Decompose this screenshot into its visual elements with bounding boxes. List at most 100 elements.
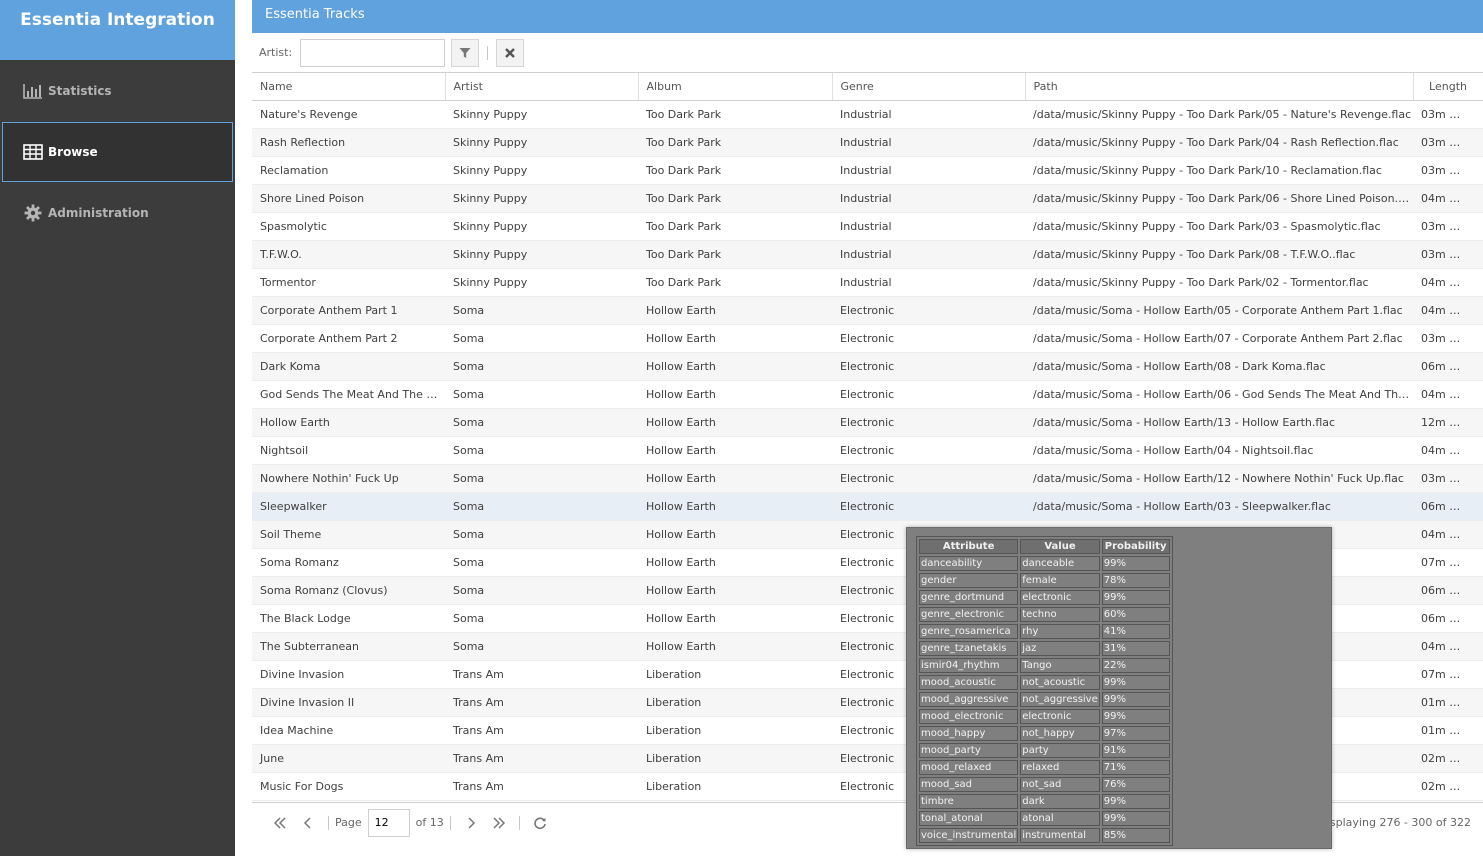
cell-album: Hollow Earth	[638, 604, 832, 633]
table-row[interactable]: Reclamation Skinny Puppy Too Dark Park Indu…	[252, 156, 1483, 185]
cell-album: Hollow Earth	[638, 548, 832, 577]
tooltip-attribute: genre_rosamerica	[919, 624, 1019, 639]
table-row[interactable]: T.F.W.O. Skinny Puppy Too Dark Park Industr…	[252, 240, 1483, 269]
cell-album: Liberation	[638, 772, 832, 801]
cell-name: Soma Romanz	[252, 548, 445, 577]
table-row[interactable]: Dark Koma Soma Hollow Earth Electronic/data…	[252, 352, 1483, 381]
next-page-button[interactable]	[457, 811, 485, 835]
tooltip-attribute: mood_relaxed	[919, 760, 1019, 775]
chevron-left-icon	[303, 816, 311, 829]
table-row[interactable]: Nature's Revenge Skinny Puppy Too Dark Par…	[252, 100, 1483, 129]
cell-name: Tormentor	[252, 268, 445, 297]
cell-path: /data/music/Soma - Hollow Earth/05 - Cor…	[1025, 296, 1413, 325]
column-header-artist[interactable]: Artist	[445, 73, 639, 101]
table-row[interactable]: Corporate Anthem Part 2 Soma Hollow Earth E…	[252, 324, 1483, 353]
tooltip-attribute: mood_acoustic	[919, 675, 1019, 690]
tooltip-attribute: mood_sad	[919, 777, 1019, 792]
clear-filter-button[interactable]	[496, 38, 525, 67]
tooltip-header-attribute: Attribute	[919, 539, 1019, 554]
tooltip-row: mood_happy not_happy 97%	[919, 726, 1170, 741]
cell-path: /data/music/Skinny Puppy - Too Dark Park…	[1025, 268, 1413, 297]
table-row[interactable]: Shore Lined Poison Skinny Puppy Too Dark P…	[252, 184, 1483, 213]
tooltip-value: jaz	[1020, 641, 1100, 656]
tooltip-probability: 85%	[1101, 828, 1170, 843]
cell-genre: Electronic	[832, 464, 1025, 493]
tooltip-attribute: genre_dortmund	[919, 590, 1019, 605]
cell-album: Hollow Earth	[638, 464, 832, 493]
tooltip-row: mood_party party 91%	[919, 743, 1170, 758]
cell-name: Idea Machine	[252, 716, 445, 745]
cell-genre: Electronic	[832, 352, 1025, 381]
table-row[interactable]: Corporate Anthem Part 1 Soma Hollow Earth E…	[252, 296, 1483, 325]
cell-artist: Skinny Puppy	[445, 240, 638, 269]
cell-artist: Soma	[445, 380, 638, 409]
refresh-button[interactable]	[526, 811, 554, 835]
table-row[interactable]: Sleepwalker Soma Hollow Earth Electronic/da…	[252, 492, 1483, 521]
column-header-length[interactable]: Length	[1413, 73, 1483, 101]
cell-name: Nowhere Nothin' Fuck Up	[252, 464, 445, 493]
double-chevron-left-icon	[273, 816, 286, 829]
column-header-name[interactable]: Name	[252, 73, 446, 101]
cell-length: 03m 57s	[1413, 100, 1483, 129]
table-row[interactable]: Tormentor Skinny Puppy Too Dark Park Indust…	[252, 268, 1483, 297]
cell-artist: Trans Am	[445, 660, 638, 689]
table-row[interactable]: Spasmolytic Skinny Puppy Too Dark Park Indu…	[252, 212, 1483, 241]
first-page-button[interactable]	[266, 811, 294, 835]
cell-album: Hollow Earth	[638, 380, 832, 409]
tooltip-row: genre_rosamerica rhy 41%	[919, 624, 1170, 639]
column-header-album[interactable]: Album	[638, 73, 833, 101]
cell-album: Hollow Earth	[638, 520, 832, 549]
cell-genre: Industrial	[832, 128, 1025, 157]
tooltip-attribute: danceability	[919, 556, 1019, 571]
tooltip-attribute: ismir04_rhythm	[919, 658, 1019, 673]
sidebar-item-browse[interactable]: Browse	[2, 122, 233, 182]
tooltip-value: party	[1020, 743, 1100, 758]
cell-album: Too Dark Park	[638, 184, 832, 213]
cell-artist: Soma	[445, 408, 638, 437]
cell-album: Too Dark Park	[638, 100, 832, 129]
artist-filter-input[interactable]	[300, 38, 446, 67]
refresh-icon	[534, 816, 546, 829]
prev-page-button[interactable]	[294, 811, 322, 835]
table-row[interactable]: God Sends The Meat And The Dev... Soma Hol…	[252, 380, 1483, 409]
tooltip-value: instrumental	[1020, 828, 1100, 843]
tooltip-attribute: mood_happy	[919, 726, 1019, 741]
cell-album: Too Dark Park	[638, 128, 832, 157]
tooltip-row: mood_sad not_sad 76%	[919, 777, 1170, 792]
close-icon	[505, 47, 516, 58]
tooltip-body: danceability danceable 99% gender female 78% g…	[919, 556, 1170, 843]
page-number-input[interactable]	[367, 808, 410, 837]
cell-genre: Electronic	[832, 380, 1025, 409]
cell-artist: Soma	[445, 296, 638, 325]
column-header-genre[interactable]: Genre	[832, 73, 1026, 101]
cell-name: Dark Koma	[252, 352, 445, 381]
cell-artist: Skinny Puppy	[445, 212, 638, 241]
table-row[interactable]: Rash Reflection Skinny Puppy Too Dark Park…	[252, 128, 1483, 157]
cell-length: 02m 57s	[1413, 772, 1483, 801]
cell-length: 04m 10s	[1413, 380, 1483, 409]
cell-album: Hollow Earth	[638, 324, 832, 353]
gear-icon	[22, 204, 44, 222]
sidebar-item-label: Browse	[48, 145, 98, 159]
cell-album: Hollow Earth	[638, 436, 832, 465]
table-icon	[22, 143, 44, 161]
table-row[interactable]: Hollow Earth Soma Hollow Earth Electronic/d…	[252, 408, 1483, 437]
column-header-path[interactable]: Path	[1025, 73, 1414, 101]
tooltip-value: electronic	[1020, 709, 1100, 724]
tooltip-probability: 60%	[1101, 607, 1170, 622]
cell-name: Rash Reflection	[252, 128, 445, 157]
last-page-button[interactable]	[485, 811, 513, 835]
tooltip-attribute: tonal_atonal	[919, 811, 1019, 826]
cell-length: 03m 21s	[1413, 324, 1483, 353]
table-row[interactable]: Nowhere Nothin' Fuck Up Soma Hollow Earth E…	[252, 464, 1483, 493]
tooltip-value: relaxed	[1020, 760, 1100, 775]
tooltip-attribute: genre_electronic	[919, 607, 1019, 622]
cell-path: /data/music/Skinny Puppy - Too Dark Park…	[1025, 128, 1413, 157]
sidebar-item-administration[interactable]: Administration	[0, 183, 235, 243]
cell-genre: Industrial	[832, 268, 1025, 297]
table-row[interactable]: Nightsoil Soma Hollow Earth Electronic/data…	[252, 436, 1483, 465]
cell-artist: Trans Am	[445, 688, 638, 717]
sidebar-item-statistics[interactable]: Statistics	[0, 61, 235, 121]
tooltip-probability: 91%	[1101, 743, 1170, 758]
filter-button[interactable]	[451, 38, 480, 67]
